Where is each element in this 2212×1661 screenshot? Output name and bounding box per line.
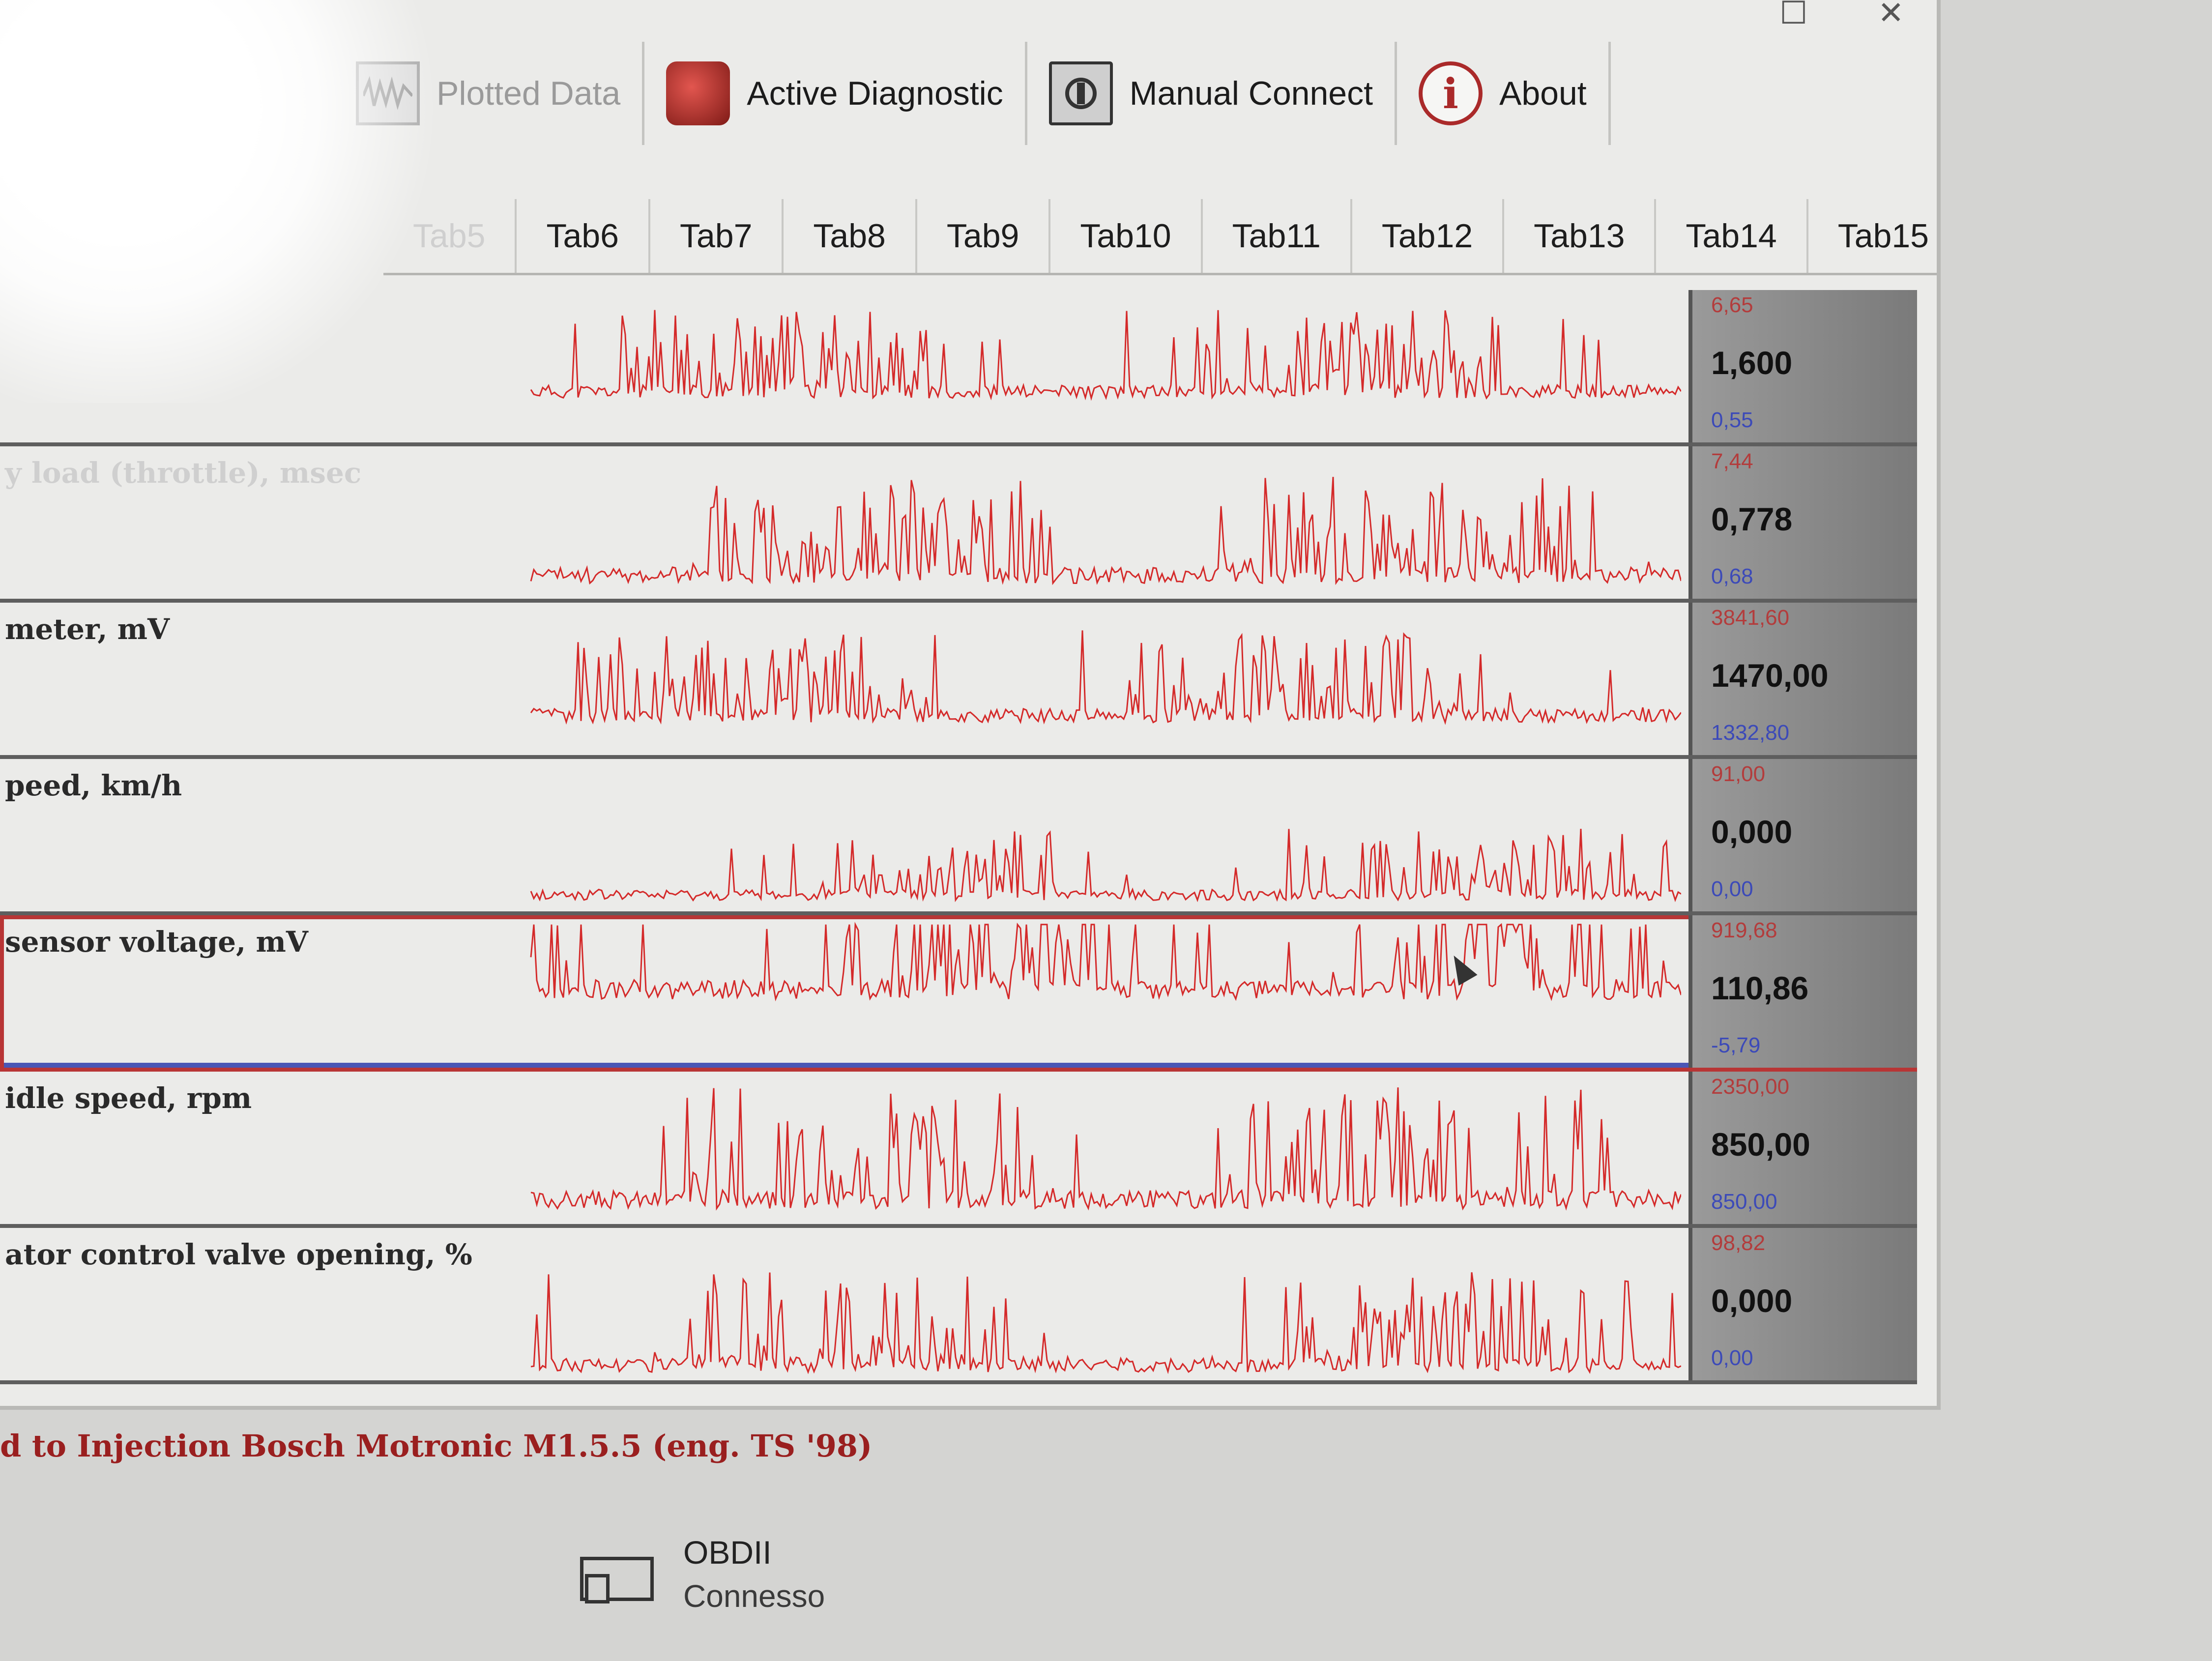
current-value: 110,86: [1711, 970, 1809, 1006]
max-value: 98,82: [1711, 1231, 1766, 1255]
signal-trace: [530, 829, 1681, 903]
min-value: 850,00: [1711, 1190, 1777, 1214]
signal-trace: [530, 1087, 1681, 1211]
current-value: 0,000: [1711, 1282, 1793, 1319]
max-value: 3841,60: [1711, 606, 1790, 630]
manual-connect-label: Manual Connect: [1129, 75, 1373, 112]
plot-row[interactable]: ator control valve opening, % 98,82 0,00…: [0, 1228, 1917, 1384]
row-label: peed, km/h: [5, 769, 182, 802]
plot-row[interactable]: meter, mV 3841,60 1470,00 1332,80: [0, 603, 1917, 759]
tab-14[interactable]: Tab14: [1654, 199, 1806, 273]
tab-5[interactable]: Tab5: [383, 199, 515, 273]
min-value: 1332,80: [1711, 721, 1790, 745]
obd-adapter-icon: [580, 1544, 664, 1603]
maximize-icon[interactable]: ☐: [1779, 0, 1807, 31]
signal-trace: [530, 922, 1681, 1002]
about-button[interactable]: i About: [1397, 42, 1611, 145]
plotted-data-icon: [356, 61, 420, 125]
value-panel: 2350,00 850,00 850,00: [1688, 1072, 1917, 1224]
info-icon: i: [1419, 61, 1483, 125]
tab-10[interactable]: Tab10: [1048, 199, 1200, 273]
plotted-data-button[interactable]: Plotted Data: [334, 42, 645, 145]
current-value: 850,00: [1711, 1126, 1810, 1163]
signal-trace: [530, 310, 1681, 401]
obd-name: OBDII: [683, 1534, 772, 1571]
value-panel: 91,00 0,000 0,00: [1688, 759, 1917, 911]
tab-9[interactable]: Tab9: [915, 199, 1048, 273]
row-label: meter, mV: [5, 612, 170, 646]
plot-row[interactable]: peed, km/h 91,00 0,000 0,00: [0, 759, 1917, 915]
row-label: idle speed, rpm: [5, 1081, 252, 1115]
value-panel: 7,44 0,778 0,68: [1688, 446, 1917, 599]
row-label: sensor voltage, mV: [5, 925, 308, 959]
connection-status-text: d to Injection Bosch Motronic M1.5.5 (en…: [0, 1428, 873, 1464]
current-value: 1,600: [1711, 345, 1793, 381]
tab-15[interactable]: Tab15: [1806, 199, 1937, 273]
plot-rows: 6,65 1,600 0,55 y load (throttle), msec …: [0, 290, 1917, 1384]
min-value: 0,55: [1711, 408, 1753, 432]
min-value: -5,79: [1711, 1033, 1761, 1057]
row-label: y load (throttle), msec: [5, 456, 362, 490]
tab-12[interactable]: Tab12: [1350, 199, 1502, 273]
min-value: 0,00: [1711, 877, 1753, 901]
value-panel: 6,65 1,600 0,55: [1688, 290, 1917, 442]
current-value: 0,000: [1711, 814, 1793, 850]
max-value: 7,44: [1711, 449, 1753, 473]
current-value: 1470,00: [1711, 657, 1829, 694]
value-panel: 98,82 0,000 0,00: [1688, 1228, 1917, 1380]
min-value: 0,68: [1711, 564, 1753, 588]
plot-row[interactable]: y load (throttle), msec 7,44 0,778 0,68: [0, 446, 1917, 603]
manual-connect-button[interactable]: Manual Connect: [1027, 42, 1397, 145]
about-label: About: [1499, 75, 1587, 112]
tab-6[interactable]: Tab6: [515, 199, 648, 273]
tab-bar: Tab5 Tab6 Tab7 Tab8 Tab9 Tab10 Tab11 Tab…: [383, 182, 1937, 275]
plot-row[interactable]: idle speed, rpm 2350,00 850,00 850,00: [0, 1072, 1917, 1228]
engine-icon: [666, 61, 730, 125]
max-value: 6,65: [1711, 293, 1753, 317]
plot-row-selected[interactable]: sensor voltage, mV 919,68 110,86 -5,79: [0, 915, 1917, 1072]
signal-trace: [530, 1272, 1681, 1374]
value-panel: 919,68 110,86 -5,79: [1688, 915, 1917, 1068]
plotted-data-label: Plotted Data: [437, 75, 621, 112]
manual-connect-icon: [1048, 61, 1113, 125]
obd-connection-indicator[interactable]: OBDII Connesso: [580, 1534, 825, 1614]
app-window: ☐ ✕ Plotted Data Active Diagnostic Manua…: [0, 0, 1941, 1410]
plot-row[interactable]: 6,65 1,600 0,55: [0, 290, 1917, 446]
active-diagnostic-label: Active Diagnostic: [747, 75, 1003, 112]
row-label: ator control valve opening, %: [5, 1238, 472, 1271]
max-value: 2350,00: [1711, 1075, 1790, 1099]
current-value: 0,778: [1711, 501, 1793, 537]
tab-11[interactable]: Tab11: [1200, 199, 1350, 273]
value-panel: 3841,60 1470,00 1332,80: [1688, 603, 1917, 755]
obd-state: Connesso: [683, 1578, 825, 1614]
max-value: 919,68: [1711, 918, 1777, 942]
tab-8[interactable]: Tab8: [782, 199, 915, 273]
main-toolbar: Plotted Data Active Diagnostic Manual Co…: [334, 34, 1611, 152]
signal-trace: [530, 477, 1681, 585]
min-value: 0,00: [1711, 1346, 1753, 1370]
close-icon[interactable]: ✕: [1878, 0, 1904, 31]
max-value: 91,00: [1711, 762, 1766, 786]
tab-7[interactable]: Tab7: [648, 199, 782, 273]
tab-13[interactable]: Tab13: [1502, 199, 1654, 273]
active-diagnostic-button[interactable]: Active Diagnostic: [644, 42, 1027, 145]
signal-trace: [530, 630, 1681, 725]
